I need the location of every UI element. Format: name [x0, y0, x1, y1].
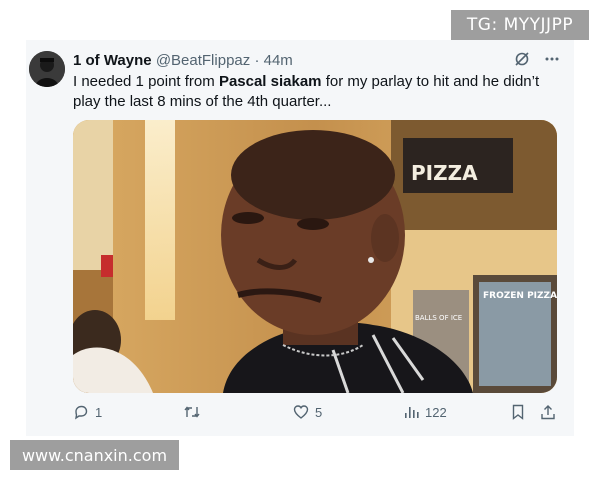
media-photo: PIZZA FROZEN PIZZA BALLS OF ICE [73, 120, 557, 393]
store-sign: PIZZA [411, 161, 478, 185]
share-icon [540, 404, 556, 420]
avatar[interactable] [29, 51, 65, 87]
tweet-media-image[interactable]: PIZZA FROZEN PIZZA BALLS OF ICE [73, 120, 557, 393]
reply-icon [73, 404, 89, 420]
freezer-label-2: BALLS OF ICE [415, 314, 462, 322]
watermark-bottom: www.cnanxin.com [10, 440, 179, 470]
top-right-icons [514, 51, 560, 72]
like-count: 5 [315, 404, 323, 420]
like-icon [293, 404, 309, 420]
user-handle[interactable]: @BeatFlippaz [156, 52, 250, 69]
views-count: 122 [425, 404, 447, 420]
separator-dot: · [254, 52, 260, 69]
tweet-header: 1 of Wayne @BeatFlippaz · 44m [73, 52, 544, 69]
bookmark-icon [510, 404, 526, 420]
bookmark-button[interactable] [510, 404, 526, 420]
mention-bold: Pascal siakam [218, 73, 322, 90]
reply-button[interactable]: 1 [73, 404, 102, 420]
more-icon[interactable] [544, 51, 560, 72]
views-icon [403, 404, 419, 420]
watermark-top: TG: MYYJJPP [451, 10, 589, 40]
views-button[interactable]: 122 [403, 404, 447, 420]
timestamp[interactable]: 44m [264, 52, 293, 69]
display-name[interactable]: 1 of Wayne [73, 52, 152, 69]
action-bar: 1 5 122 [73, 404, 563, 426]
tweet-text: I needed 1 point from Pascal siakam for … [73, 72, 563, 112]
share-button[interactable] [540, 404, 556, 420]
freezer-label: FROZEN PIZZA [483, 291, 557, 301]
reply-count: 1 [95, 404, 103, 420]
like-button[interactable]: 5 [293, 404, 322, 420]
retweet-icon [183, 404, 201, 420]
grok-icon[interactable] [514, 51, 530, 72]
retweet-button[interactable] [183, 404, 207, 420]
tweet-card[interactable]: 1 of Wayne @BeatFlippaz · 44m I needed 1… [26, 40, 574, 436]
tweet-text-part: I needed 1 point from [73, 73, 219, 90]
